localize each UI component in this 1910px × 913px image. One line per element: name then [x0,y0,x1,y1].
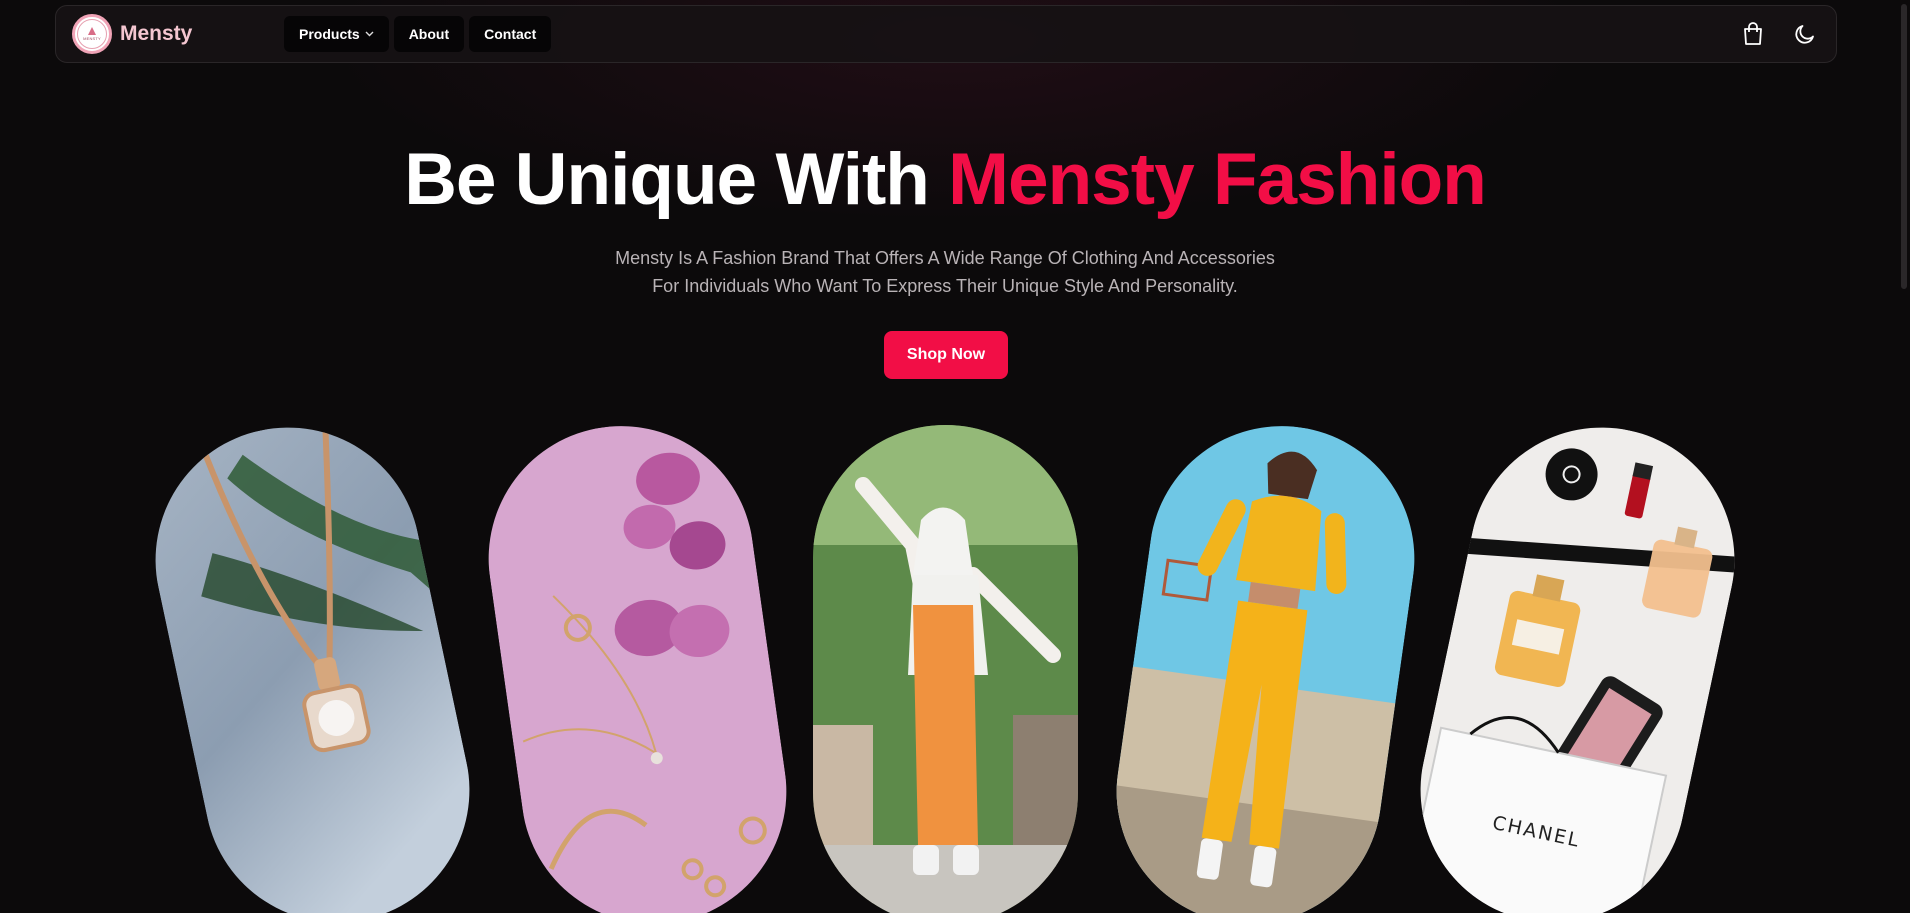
jewelry-flowers-photo [471,408,804,913]
necklace-photo [130,402,495,913]
hero-subtitle-line2: For Individuals Who Want To Express Thei… [652,276,1238,296]
shop-now-button[interactable]: Shop Now [884,331,1008,379]
scrollbar-thumb[interactable] [1901,4,1907,289]
nav-contact-label: Contact [484,26,537,42]
logo-link[interactable]: MENSTY Mensty [72,14,192,54]
woman-orange-outfit-photo [813,425,1078,913]
hero-title: Be Unique With Mensty Fashion [0,138,1890,221]
logo-text: MENSTY [83,36,101,41]
chevron-down-icon [365,29,374,39]
nav-about-button[interactable]: About [393,16,465,52]
hero-subtitle-line1: Mensty Is A Fashion Brand That Offers A … [615,248,1275,268]
perfume-cosmetics-photo: CHANEL [1395,402,1760,913]
hero-subtitle: Mensty Is A Fashion Brand That Offers A … [0,244,1890,300]
nav-products-label: Products [299,26,360,42]
brand-name: Mensty [120,22,193,45]
logo-icon: MENSTY [72,14,112,54]
navbar: MENSTY Mensty Products About Contact [55,5,1837,63]
nav-links: Products About Contact [284,16,552,52]
nav-icons [1740,21,1818,47]
shopping-bag-icon[interactable] [1740,21,1766,47]
moon-icon[interactable] [1792,21,1818,47]
hero-title-main: Be Unique With [404,139,949,220]
hero-title-accent: Mensty Fashion [948,139,1487,220]
nav-about-label: About [408,26,450,42]
nav-products-button[interactable]: Products [284,16,389,52]
nav-contact-button[interactable]: Contact [469,16,552,52]
woman-yellow-tracksuit-photo [1099,408,1432,913]
page-scrollbar[interactable] [1896,0,1910,913]
